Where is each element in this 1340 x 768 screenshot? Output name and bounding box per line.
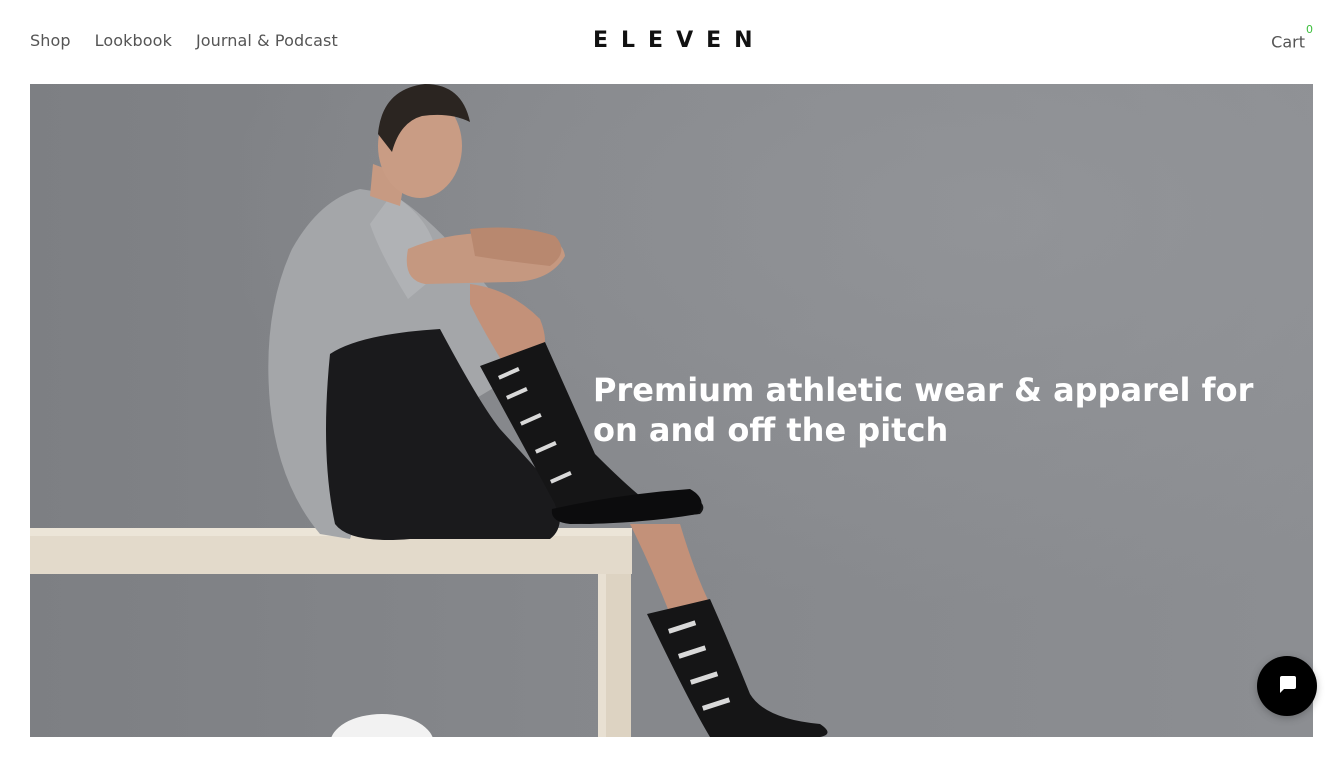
site-header: Shop Lookbook Journal & Podcast ELEVEN C…	[0, 0, 1340, 84]
nav-link-lookbook[interactable]: Lookbook	[95, 31, 172, 50]
brand-logo[interactable]: ELEVEN	[593, 28, 766, 53]
hero-banner: Premium athletic wear & apparel for on a…	[30, 84, 1313, 737]
chat-bubble-icon	[1276, 673, 1298, 699]
cart-count-badge: 0	[1306, 23, 1313, 36]
cart-link[interactable]: Cart0	[1271, 23, 1313, 52]
nav-link-shop[interactable]: Shop	[30, 31, 71, 50]
cart-label: Cart	[1271, 32, 1305, 52]
main-nav: Shop Lookbook Journal & Podcast	[30, 31, 338, 50]
nav-link-journal-podcast[interactable]: Journal & Podcast	[196, 31, 338, 50]
hero-headline: Premium athletic wear & apparel for on a…	[593, 371, 1254, 449]
chat-button[interactable]	[1257, 656, 1317, 716]
